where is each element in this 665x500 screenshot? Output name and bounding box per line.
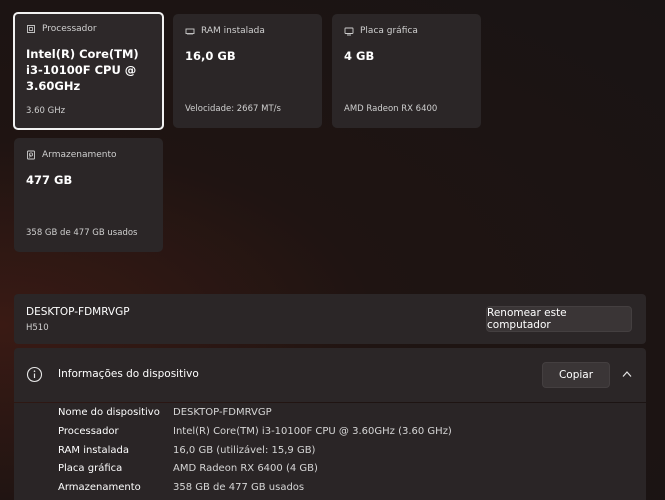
info-row-value: Intel(R) Core(TM) i3-10100F CPU @ 3.60GH… bbox=[173, 426, 452, 437]
gpu-card-title: 4 GB bbox=[344, 49, 375, 63]
storage-icon bbox=[27, 150, 35, 160]
info-row-label: Armazenamento bbox=[58, 482, 141, 493]
computer-name: DESKTOP-FDMRVGP bbox=[26, 306, 130, 318]
info-row-value: DESKTOP-FDMRVGP bbox=[173, 407, 272, 418]
gpu-icon bbox=[344, 27, 354, 36]
info-row-label: Placa gráfica bbox=[58, 463, 123, 474]
ram-card-header: RAM instalada bbox=[185, 26, 310, 36]
storage-card-label: Armazenamento bbox=[42, 150, 117, 160]
computer-model: H510 bbox=[26, 323, 49, 333]
ram-card-label: RAM instalada bbox=[201, 26, 265, 36]
info-row-label: Nome do dispositivo bbox=[58, 407, 160, 418]
device-info-details: Nome do dispositivo DESKTOP-FDMRVGP Proc… bbox=[14, 403, 646, 500]
gpu-card-header: Placa gráfica bbox=[344, 26, 469, 36]
chevron-up-icon[interactable] bbox=[622, 370, 632, 378]
processor-card-title: Intel(R) Core(TM) i3-10100F CPU @ 3.60GH… bbox=[26, 47, 139, 93]
copy-button[interactable]: Copiar bbox=[542, 362, 610, 388]
ram-card[interactable]: RAM instalada 16,0 GB Velocidade: 2667 M… bbox=[173, 14, 322, 128]
info-icon bbox=[26, 366, 43, 383]
info-row-label: RAM instalada bbox=[58, 445, 129, 456]
gpu-card-sub: AMD Radeon RX 6400 bbox=[344, 104, 438, 114]
device-info-title: Informações do dispositivo bbox=[58, 368, 199, 380]
processor-card-sub: 3.60 GHz bbox=[26, 106, 66, 116]
ram-card-title: 16,0 GB bbox=[185, 49, 236, 63]
gpu-card[interactable]: Placa gráfica 4 GB AMD Radeon RX 6400 bbox=[332, 14, 481, 128]
storage-card-title: 477 GB bbox=[26, 173, 73, 187]
storage-card-sub: 358 GB de 477 GB usados bbox=[26, 228, 138, 238]
ram-card-sub: Velocidade: 2667 MT/s bbox=[185, 104, 281, 114]
info-row-value: 358 GB de 477 GB usados bbox=[173, 482, 305, 493]
processor-card-header: Processador bbox=[26, 24, 151, 34]
computer-name-bar: DESKTOP-FDMRVGP H510 Renomear este compu… bbox=[14, 294, 646, 344]
rename-computer-button[interactable]: Renomear este computador bbox=[486, 306, 632, 332]
storage-card-header: Armazenamento bbox=[26, 150, 151, 160]
ram-icon bbox=[185, 28, 195, 35]
processor-icon bbox=[27, 25, 35, 33]
info-row-label: Processador bbox=[58, 426, 119, 437]
device-info-header[interactable]: Informações do dispositivo Copiar bbox=[14, 348, 646, 402]
storage-card[interactable]: Armazenamento 477 GB 358 GB de 477 GB us… bbox=[14, 138, 163, 252]
info-row-value: AMD Radeon RX 6400 (4 GB) bbox=[173, 463, 318, 474]
gpu-card-label: Placa gráfica bbox=[360, 26, 418, 36]
processor-card[interactable]: Processador Intel(R) Core(TM) i3-10100F … bbox=[13, 12, 164, 130]
processor-card-label: Processador bbox=[42, 24, 97, 34]
info-row-value: 16,0 GB (utilizável: 15,9 GB) bbox=[173, 445, 316, 456]
